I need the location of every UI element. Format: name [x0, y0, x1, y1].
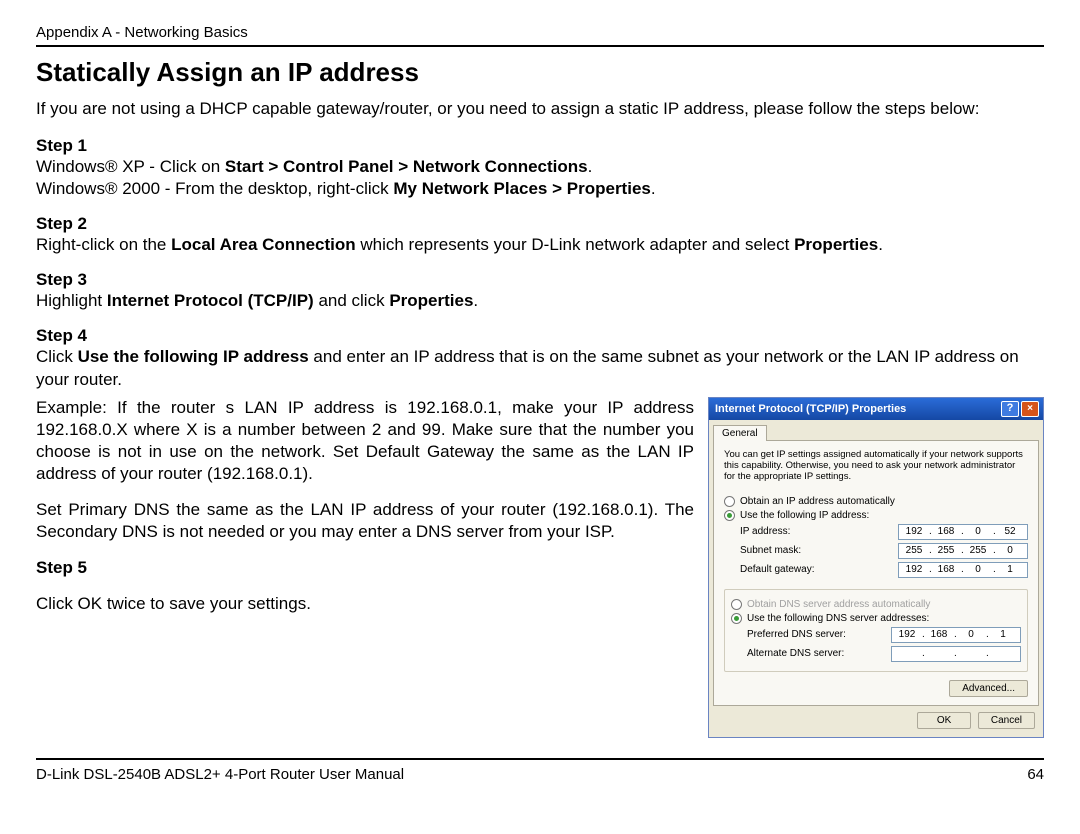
step5-body: Click OK twice to save your settings.: [36, 593, 694, 615]
step3-prefix: Highlight: [36, 291, 107, 310]
step3-label: Step 3: [36, 270, 1044, 290]
ip-seg: 255: [931, 545, 961, 556]
step4-p3: Set Primary DNS the same as the LAN IP a…: [36, 499, 694, 543]
step2-bold1: Local Area Connection: [171, 235, 356, 254]
footer-left: D-Link DSL-2540B ADSL2+ 4-Port Router Us…: [36, 766, 404, 783]
ip-seg: 0: [963, 526, 993, 537]
step3-bold1: Internet Protocol (TCP/IP): [107, 291, 314, 310]
radio-use-ip[interactable]: Use the following IP address:: [724, 510, 1028, 521]
step2-bold2: Properties: [794, 235, 878, 254]
step4-p1-bold: Use the following IP address: [78, 347, 309, 366]
page-title: Statically Assign an IP address: [36, 57, 1044, 88]
ip-seg: 0: [995, 545, 1025, 556]
ip-seg: 168: [924, 629, 954, 640]
dialog-titlebar[interactable]: Internet Protocol (TCP/IP) Properties ? …: [709, 398, 1043, 420]
radio-obtain-dns: Obtain DNS server address automatically: [731, 599, 1021, 610]
radio-icon: [724, 510, 735, 521]
step3-mid: and click: [314, 291, 390, 310]
help-icon[interactable]: ?: [1001, 401, 1019, 417]
subnet-mask-input[interactable]: 255. 255. 255. 0: [898, 543, 1028, 559]
cancel-button[interactable]: Cancel: [978, 712, 1035, 729]
tcpip-properties-dialog: Internet Protocol (TCP/IP) Properties ? …: [708, 397, 1044, 738]
step4-p1: Click Use the following IP address and e…: [36, 346, 1044, 390]
ip-seg: 255: [963, 545, 993, 556]
step4-p2: Example: If the router s LAN IP address …: [36, 397, 694, 485]
footer-rule: [36, 758, 1044, 760]
radio-use-dns[interactable]: Use the following DNS server addresses:: [731, 613, 1021, 624]
dialog-description: You can get IP settings assigned automat…: [724, 449, 1028, 483]
radio-obtain-dns-label: Obtain DNS server address automatically: [747, 599, 930, 610]
appendix-header: Appendix A - Networking Basics: [36, 24, 1044, 41]
tab-strip: General: [709, 420, 1043, 440]
default-gateway-input[interactable]: 192. 168. 0. 1: [898, 562, 1028, 578]
step2-prefix: Right-click on the: [36, 235, 171, 254]
radio-obtain-ip-label: Obtain an IP address automatically: [740, 496, 895, 507]
ip-seg: 168: [931, 564, 961, 575]
header-rule: [36, 45, 1044, 47]
step2-suffix: .: [878, 235, 883, 254]
step2-mid: which represents your D-Link network ada…: [356, 235, 794, 254]
step1-label: Step 1: [36, 136, 1044, 156]
step2-body: Right-click on the Local Area Connection…: [36, 234, 1044, 256]
ip-address-input[interactable]: 192. 168. 0. 52: [898, 524, 1028, 540]
ip-seg: 0: [956, 629, 986, 640]
ip-seg: 192: [899, 526, 929, 537]
advanced-button[interactable]: Advanced...: [949, 680, 1028, 697]
default-gateway-row: Default gateway: 192. 168. 0. 1: [740, 562, 1028, 578]
ip-seg: 1: [995, 564, 1025, 575]
preferred-dns-input[interactable]: 192. 168. 0. 1: [891, 627, 1021, 643]
ip-dot: .: [954, 648, 956, 659]
alternate-dns-input[interactable]: . . .: [891, 646, 1021, 662]
default-gateway-label: Default gateway:: [740, 564, 815, 575]
step4-label: Step 4: [36, 326, 1044, 346]
ok-button[interactable]: OK: [917, 712, 971, 729]
ip-seg: 0: [963, 564, 993, 575]
subnet-mask-label: Subnet mask:: [740, 545, 801, 556]
step1-xp-suffix: .: [588, 157, 593, 176]
ip-seg: 168: [931, 526, 961, 537]
step4-p1-prefix: Click: [36, 347, 78, 366]
radio-icon: [731, 613, 742, 624]
step3-bold2: Properties: [389, 291, 473, 310]
radio-icon: [724, 496, 735, 507]
step5-label: Step 5: [36, 557, 694, 579]
ip-seg: 192: [892, 629, 922, 640]
tab-general[interactable]: General: [713, 425, 767, 441]
step3-body: Highlight Internet Protocol (TCP/IP) and…: [36, 290, 1044, 312]
ip-seg: 1: [988, 629, 1018, 640]
radio-use-dns-label: Use the following DNS server addresses:: [747, 613, 929, 624]
tab-panel-general: You can get IP settings assigned automat…: [713, 440, 1039, 706]
subnet-mask-row: Subnet mask: 255. 255. 255. 0: [740, 543, 1028, 559]
radio-use-ip-label: Use the following IP address:: [740, 510, 869, 521]
preferred-dns-label: Preferred DNS server:: [747, 629, 846, 640]
step2-label: Step 2: [36, 214, 1044, 234]
step1-xp-bold: Start > Control Panel > Network Connecti…: [225, 157, 588, 176]
ip-seg: 52: [995, 526, 1025, 537]
step1-body: Windows® XP - Click on Start > Control P…: [36, 156, 1044, 200]
ip-address-row: IP address: 192. 168. 0. 52: [740, 524, 1028, 540]
page-number: 64: [1027, 766, 1044, 783]
step3-suffix: .: [473, 291, 478, 310]
ip-seg: 255: [899, 545, 929, 556]
ip-seg: 192: [899, 564, 929, 575]
ip-dot: .: [986, 648, 988, 659]
preferred-dns-row: Preferred DNS server: 192. 168. 0. 1: [747, 627, 1021, 643]
step1-w2k-bold: My Network Places > Properties: [393, 179, 650, 198]
intro-text: If you are not using a DHCP capable gate…: [36, 98, 1044, 120]
step1-xp-prefix: Windows® XP - Click on: [36, 157, 225, 176]
step1-w2k-suffix: .: [651, 179, 656, 198]
close-icon[interactable]: ×: [1021, 401, 1039, 417]
radio-icon: [731, 599, 742, 610]
alternate-dns-row: Alternate DNS server: . . .: [747, 646, 1021, 662]
ip-dot: .: [922, 648, 924, 659]
ip-address-label: IP address:: [740, 526, 790, 537]
alternate-dns-label: Alternate DNS server:: [747, 648, 844, 659]
step1-w2k-prefix: Windows® 2000 - From the desktop, right-…: [36, 179, 393, 198]
dialog-title: Internet Protocol (TCP/IP) Properties: [715, 403, 1001, 415]
radio-obtain-ip[interactable]: Obtain an IP address automatically: [724, 496, 1028, 507]
